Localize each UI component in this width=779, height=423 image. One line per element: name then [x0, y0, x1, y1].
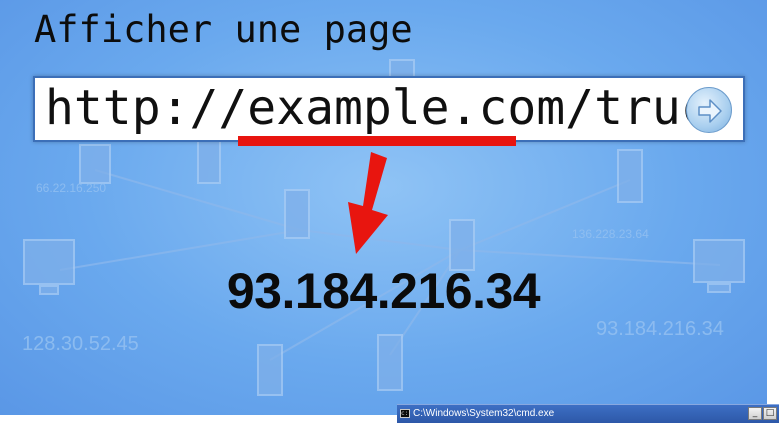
- bg-ip-label: 136.228.23.64: [572, 227, 649, 241]
- go-button[interactable]: [686, 87, 732, 133]
- cmd-window-title: C:\Windows\System32\cmd.exe: [413, 408, 555, 419]
- slide: 128.30.52.45 93.184.216.34 66.22.16.250 …: [0, 0, 767, 415]
- arrow-right-circle-icon: [698, 99, 722, 123]
- bg-ip-label: 93.184.216.34: [596, 318, 724, 340]
- red-arrow-icon: [348, 152, 388, 254]
- url-text[interactable]: http://example.com/truc: [45, 80, 710, 136]
- address-bar[interactable]: http://example.com/truc: [33, 76, 745, 142]
- bg-ip-label: 66.22.16.250: [36, 181, 106, 195]
- domain-highlight-underline: [238, 136, 516, 146]
- resolved-ip-address: 93.184.216.34: [226, 263, 541, 319]
- bg-ip-label: 128.30.52.45: [22, 333, 139, 355]
- console-icon: c:: [400, 409, 410, 418]
- maximize-button[interactable]: □: [763, 407, 777, 420]
- page-title: Afficher une page: [34, 8, 413, 51]
- minimize-button[interactable]: _: [748, 407, 762, 420]
- cmd-window-titlebar[interactable]: c: C:\Windows\System32\cmd.exe _ □: [397, 404, 779, 423]
